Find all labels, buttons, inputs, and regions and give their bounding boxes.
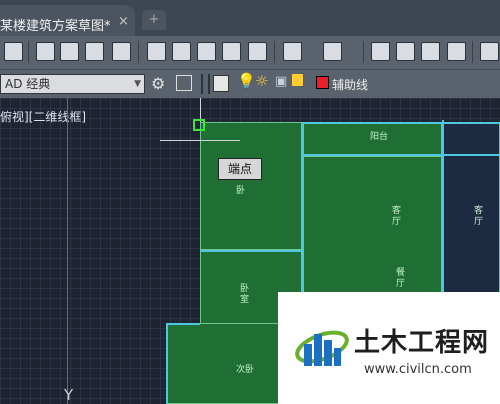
toolbar-separator [363,41,364,63]
title-bar: 某楼建筑方案草图* × + [0,0,500,36]
new-tab-button[interactable]: + [142,10,166,30]
viewport-controls-label[interactable]: 俯视][二维线框] [0,108,86,125]
redo-icon[interactable] [323,42,342,61]
drawing-tab[interactable]: 某楼建筑方案草图* × [0,5,135,36]
3d-dwf-icon[interactable] [112,42,131,61]
toolbar-separator [274,41,275,63]
cut-icon[interactable] [147,42,166,61]
snap-tooltip: 端点 [218,158,262,180]
toolbar-grip[interactable] [201,74,210,94]
ucs-y-axis-label: Y [64,386,74,404]
room-label: 客厅 [392,206,402,227]
room-label: 卧室 [240,284,250,305]
properties-icon[interactable] [480,42,499,61]
layer-lock-icon[interactable] [292,74,303,86]
chevron-down-icon: ▼ [134,79,141,89]
save-icon[interactable] [4,42,23,61]
copy-icon[interactable] [172,42,191,61]
gear-icon[interactable]: ⚙ [151,75,169,93]
watermark-logo: 土木工程网 www.civilcn.com [278,292,500,404]
print-preview-icon[interactable] [60,42,79,61]
wall-line [166,323,200,325]
room-bedroom [200,122,302,250]
toolbar-separator [138,41,139,63]
endpoint-snap-marker [193,119,205,131]
wall-line [302,154,442,156]
wall-line [442,122,500,124]
zoom-realtime-icon[interactable] [396,42,415,61]
pan-icon[interactable] [371,42,390,61]
room-label: 卧 [236,186,246,196]
plot-icon[interactable] [36,42,55,61]
room-label: 阳台 [370,132,389,142]
match-properties-icon[interactable] [222,42,241,61]
wall-line [166,323,168,404]
wall-line [302,122,442,124]
workspace-value: AD 经典 [5,77,51,91]
toolbar-separator [472,41,473,63]
zoom-previous-icon[interactable] [447,42,466,61]
crosshair-horizontal [160,140,240,141]
watermark-url-text: www.civilcn.com [364,362,472,377]
block-editor-icon[interactable] [248,42,267,61]
watermark-main-text: 土木工程网 [354,328,490,358]
room-label: 餐厅 [396,268,406,289]
layer-on-icon[interactable]: 💡 [237,72,256,90]
wall-line [442,154,500,156]
layer-manager-icon[interactable] [213,75,229,92]
logo-mark-icon [295,330,349,366]
publish-icon[interactable] [85,42,104,61]
wall-line [302,122,304,312]
room-label: 次卧 [236,365,255,375]
standard-toolbar [0,36,500,70]
layer-dropdown-value[interactable]: 辅助线 [332,76,368,93]
workspace-dropdown[interactable]: AD 经典 ▼ [0,74,145,94]
viewport-freeze-icon[interactable]: ▣ [275,74,287,89]
layer-thaw-icon[interactable]: ☼ [255,72,268,90]
wall-line [200,250,302,252]
undo-icon[interactable] [283,42,302,61]
workspace-settings-icon[interactable] [176,75,192,91]
layer-color-swatch[interactable] [316,76,329,89]
zoom-window-icon[interactable] [421,42,440,61]
room-label: 客厅 [474,206,484,227]
guide-line [67,98,68,404]
drawing-tab-title: 某楼建筑方案草图* [0,19,111,34]
close-tab-icon[interactable]: × [118,14,129,29]
paste-icon[interactable] [197,42,216,61]
toolbar-separator [28,41,29,63]
workspace-layer-toolbar: AD 经典 ▼ ⚙ 💡 ☼ ▣ 辅助线 [0,70,500,98]
